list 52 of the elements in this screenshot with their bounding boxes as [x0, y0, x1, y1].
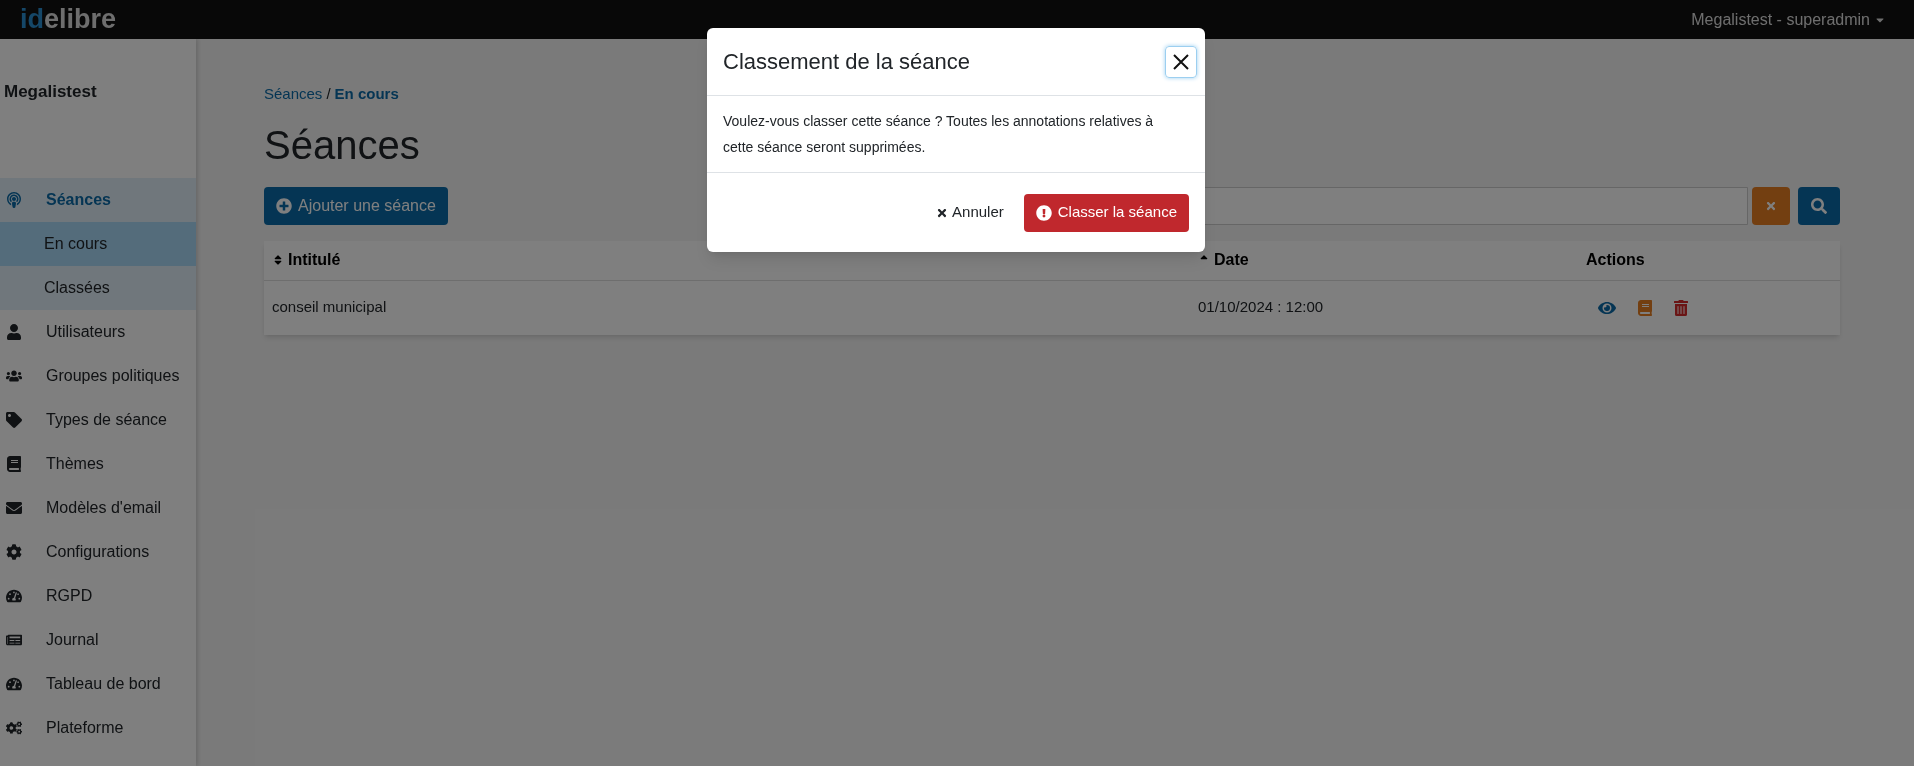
users-icon [6, 368, 22, 384]
broadcast-icon [6, 192, 22, 208]
column-header[interactable]: Date [1190, 248, 1586, 272]
column-header[interactable]: Intitulé [264, 248, 1190, 272]
clear-button[interactable] [1752, 186, 1790, 225]
sidebar-item[interactable]: Plateforme [0, 706, 196, 750]
breadcrumb-link[interactable]: En cours [334, 83, 399, 106]
user-menu[interactable]: Megalistest - superadmin [1691, 7, 1886, 32]
sidebar-item[interactable]: Groupes politiques [0, 354, 196, 398]
table-cell-text: conseil municipal [271, 297, 388, 318]
dialog-message: Voulez-vous classer cette séance ? Toutes les annotations relatives à cette séance seront supprimées. [707, 96, 1205, 173]
page-title: Séances [264, 121, 420, 169]
breadcrumb-separator: / [326, 84, 331, 104]
close-button[interactable] [1165, 45, 1197, 78]
envelope-icon [6, 500, 22, 516]
sidebar-item[interactable]: Utilisateurs [0, 310, 196, 354]
dialog-title: Classement de la séance [723, 48, 971, 76]
search-icon [1811, 197, 1827, 214]
book-icon[interactable] [1638, 299, 1652, 316]
close-icon [1765, 199, 1777, 212]
exclamation-icon [1035, 204, 1052, 221]
column-header[interactable]: Actions [1586, 248, 1840, 272]
cancel-button[interactable]: Annuler [936, 201, 1004, 224]
tag-icon [6, 412, 22, 428]
sort-icon [272, 254, 284, 266]
sidebar-item[interactable]: Thèmes [0, 442, 196, 486]
user-icon [6, 324, 22, 340]
sidebar-item[interactable]: RGPD [0, 574, 196, 618]
sidebar-item[interactable]: Modèles d'email [0, 486, 196, 530]
confirm-button[interactable]: Classer la séance [1023, 193, 1189, 232]
gauge-icon [6, 676, 22, 692]
add-session-button[interactable]: Ajouter une séance [264, 186, 448, 225]
sidebar-item[interactable]: Configurations [0, 530, 196, 574]
book-icon [6, 456, 22, 472]
gears-icon [6, 720, 22, 736]
sidebar-item[interactable]: Types de séance [0, 398, 196, 442]
sidebar-subitem[interactable]: En cours [0, 222, 196, 266]
sidebar-item[interactable]: Tableau de bord [0, 662, 196, 706]
newspaper-icon [6, 632, 22, 648]
settings-icon [6, 544, 22, 560]
sidebar-item[interactable]: Séances [0, 178, 196, 222]
sidebar-item[interactable]: Journal [0, 618, 196, 662]
search-button[interactable] [1798, 186, 1840, 225]
organization-name: Megalistest [3, 81, 98, 103]
close-icon [936, 206, 949, 219]
breadcrumb-link[interactable]: Séances [264, 83, 323, 106]
gauge-icon [6, 588, 22, 604]
trash-icon[interactable] [1674, 299, 1688, 316]
close-icon [1171, 51, 1191, 72]
sidebar-subitem[interactable]: Classées [0, 266, 196, 310]
table-cell-text: 01/10/2024 : 12:00 [1197, 297, 1325, 318]
app-logo[interactable]: idelibre [20, 6, 117, 33]
